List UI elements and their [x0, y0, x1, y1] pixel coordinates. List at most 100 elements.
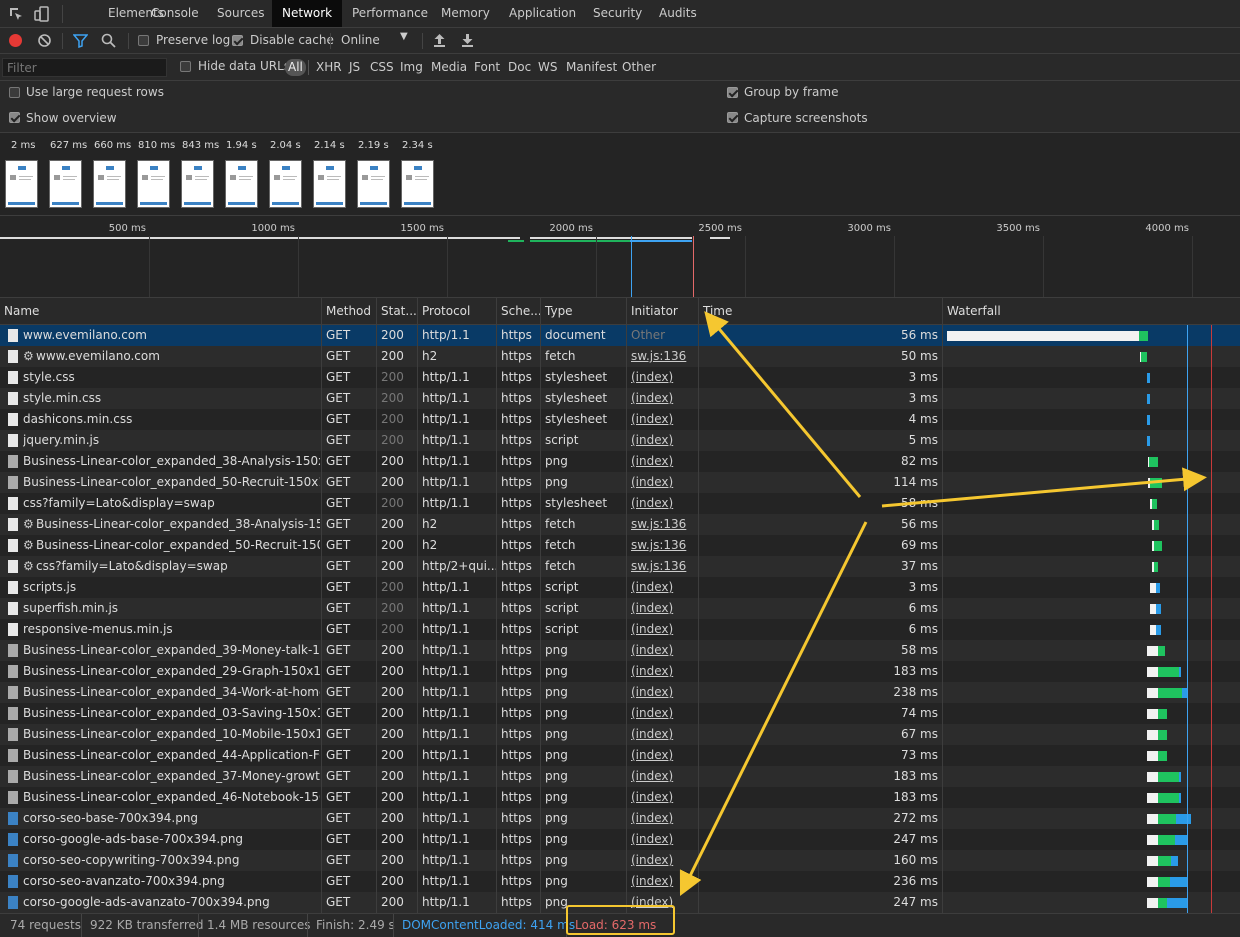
table-row[interactable]: jquery.min.js GET 200 http/1.1 https script (i… [0, 430, 1240, 451]
tab-console[interactable]: Console [141, 0, 209, 27]
filter-type-media[interactable]: Media [431, 60, 467, 74]
tab-security[interactable]: Security [583, 0, 652, 27]
table-row[interactable]: Business-Linear-color_expanded_10-Mobile… [0, 724, 1240, 745]
screenshot-thumbnail[interactable] [137, 160, 170, 208]
table-row[interactable]: Business-Linear-color_expanded_44-Applic… [0, 745, 1240, 766]
capture-screenshots-checkbox[interactable] [727, 112, 738, 123]
request-initiator[interactable]: (index) [631, 409, 698, 430]
request-initiator[interactable]: (index) [631, 430, 698, 451]
request-initiator[interactable]: (index) [631, 787, 698, 808]
table-row[interactable]: Business-Linear-color_expanded_50-Recrui… [0, 472, 1240, 493]
filter-type-manifest[interactable]: Manifest [566, 60, 617, 74]
table-row[interactable]: corso-seo-avanzato-700x394.png GET 200 http… [0, 871, 1240, 892]
filter-type-other[interactable]: Other [622, 60, 656, 74]
column-scheme[interactable]: Sche... [497, 298, 541, 324]
group-by-frame-checkbox[interactable] [727, 87, 738, 98]
table-row[interactable]: Business-Linear-color_expanded_34-Work-a… [0, 682, 1240, 703]
filter-type-all[interactable]: All [285, 59, 306, 76]
filter-type-font[interactable]: Font [474, 60, 500, 74]
filter-type-xhr[interactable]: XHR [316, 60, 342, 74]
tab-memory[interactable]: Memory [431, 0, 500, 27]
timeline-overview[interactable]: 500 ms 1000 ms 1500 ms 2000 ms 2500 ms 3000 m… [0, 216, 1240, 298]
filter-input[interactable] [2, 58, 167, 77]
request-initiator[interactable]: (index) [631, 766, 698, 787]
show-overview-checkbox[interactable] [9, 112, 20, 123]
table-row[interactable]: ⚙ Business-Linear-color_expanded_50-Recru… [0, 535, 1240, 556]
request-initiator[interactable]: (index) [631, 577, 698, 598]
request-initiator[interactable]: sw.js:136 [631, 535, 698, 556]
screenshot-thumbnail[interactable] [93, 160, 126, 208]
table-row[interactable]: css?family=Lato&display=swap GET 200 http/1… [0, 493, 1240, 514]
request-initiator[interactable]: (index) [631, 493, 698, 514]
request-initiator[interactable]: sw.js:136 [631, 514, 698, 535]
request-initiator[interactable]: (index) [631, 850, 698, 871]
screenshot-thumbnail[interactable] [401, 160, 434, 208]
request-initiator[interactable]: (index) [631, 367, 698, 388]
table-row[interactable]: corso-google-ads-base-700x394.png GET 200 h… [0, 829, 1240, 850]
screenshot-thumbnail[interactable] [181, 160, 214, 208]
table-row[interactable]: scripts.js GET 200 http/1.1 https script (inde… [0, 577, 1240, 598]
table-row[interactable]: Business-Linear-color_expanded_38-Analys… [0, 451, 1240, 472]
table-row[interactable]: style.css GET 200 http/1.1 https stylesheet (i… [0, 367, 1240, 388]
screenshot-thumbnail[interactable] [313, 160, 346, 208]
column-name[interactable]: Name [0, 298, 322, 324]
table-row[interactable]: ⚙ www.evemilano.com GET 200 h2 https fetch sw.j… [0, 346, 1240, 367]
table-row[interactable]: ⚙ Business-Linear-color_expanded_38-Analy… [0, 514, 1240, 535]
table-row[interactable]: corso-seo-copywriting-700x394.png GET 200 h… [0, 850, 1240, 871]
request-initiator[interactable]: (index) [631, 703, 698, 724]
filter-icon[interactable] [72, 33, 89, 49]
tab-performance[interactable]: Performance [342, 0, 438, 27]
table-row[interactable]: ⚙ css?family=Lato&display=swap GET 200 http/… [0, 556, 1240, 577]
table-row[interactable]: corso-seo-base-700x394.png GET 200 http/1.1… [0, 808, 1240, 829]
request-initiator[interactable]: (index) [631, 829, 698, 850]
filter-type-ws[interactable]: WS [538, 60, 557, 74]
request-initiator[interactable]: (index) [631, 451, 698, 472]
request-initiator[interactable]: sw.js:136 [631, 556, 698, 577]
column-protocol[interactable]: Protocol [418, 298, 497, 324]
filter-type-css[interactable]: CSS [370, 60, 394, 74]
chevron-down-icon[interactable]: ▼ [400, 31, 408, 42]
column-initiator[interactable]: Initiator [627, 298, 699, 324]
filter-type-doc[interactable]: Doc [508, 60, 531, 74]
table-row[interactable]: dashicons.min.css GET 200 http/1.1 https styl… [0, 409, 1240, 430]
request-initiator[interactable]: (index) [631, 598, 698, 619]
column-time[interactable]: Time [699, 298, 943, 324]
export-har-icon[interactable] [461, 33, 474, 49]
request-initiator[interactable]: (index) [631, 808, 698, 829]
request-initiator[interactable]: sw.js:136 [631, 346, 698, 367]
request-initiator[interactable]: (index) [631, 388, 698, 409]
request-initiator[interactable]: (index) [631, 724, 698, 745]
screenshot-thumbnail[interactable] [357, 160, 390, 208]
request-initiator[interactable]: (index) [631, 640, 698, 661]
column-method[interactable]: Method [322, 298, 377, 324]
large-rows-checkbox[interactable] [9, 87, 20, 98]
table-row[interactable]: Business-Linear-color_expanded_29-Graph-… [0, 661, 1240, 682]
device-toolbar-icon[interactable] [34, 6, 50, 22]
table-row[interactable]: responsive-menus.min.js GET 200 http/1.1 htt… [0, 619, 1240, 640]
screenshot-thumbnail[interactable] [225, 160, 258, 208]
column-status[interactable]: Stat... [377, 298, 418, 324]
request-initiator[interactable]: (index) [631, 871, 698, 892]
table-row[interactable]: Business-Linear-color_expanded_03-Saving… [0, 703, 1240, 724]
request-initiator[interactable]: (index) [631, 661, 698, 682]
tab-audits[interactable]: Audits [649, 0, 707, 27]
tab-network[interactable]: Network [272, 0, 343, 27]
throttling-select[interactable]: Online [341, 33, 380, 47]
request-initiator[interactable]: (index) [631, 472, 698, 493]
request-initiator[interactable]: (index) [631, 619, 698, 640]
record-icon[interactable] [9, 34, 22, 47]
tab-sources[interactable]: Sources [207, 0, 274, 27]
request-initiator[interactable]: (index) [631, 745, 698, 766]
search-icon[interactable] [101, 33, 116, 49]
table-row[interactable]: www.evemilano.com GET 200 http/1.1 https docu… [0, 325, 1240, 346]
inspect-element-icon[interactable] [8, 6, 24, 22]
screenshot-thumbnail[interactable] [269, 160, 302, 208]
screenshot-thumbnail[interactable] [5, 160, 38, 208]
table-row[interactable]: Business-Linear-color_expanded_39-Money-… [0, 640, 1240, 661]
disable-cache-checkbox[interactable] [232, 35, 243, 46]
filter-type-img[interactable]: Img [400, 60, 423, 74]
table-row[interactable]: style.min.css GET 200 http/1.1 https styleshe… [0, 388, 1240, 409]
filter-type-js[interactable]: JS [349, 60, 360, 74]
preserve-log-checkbox[interactable] [138, 35, 149, 46]
request-initiator[interactable]: (index) [631, 682, 698, 703]
